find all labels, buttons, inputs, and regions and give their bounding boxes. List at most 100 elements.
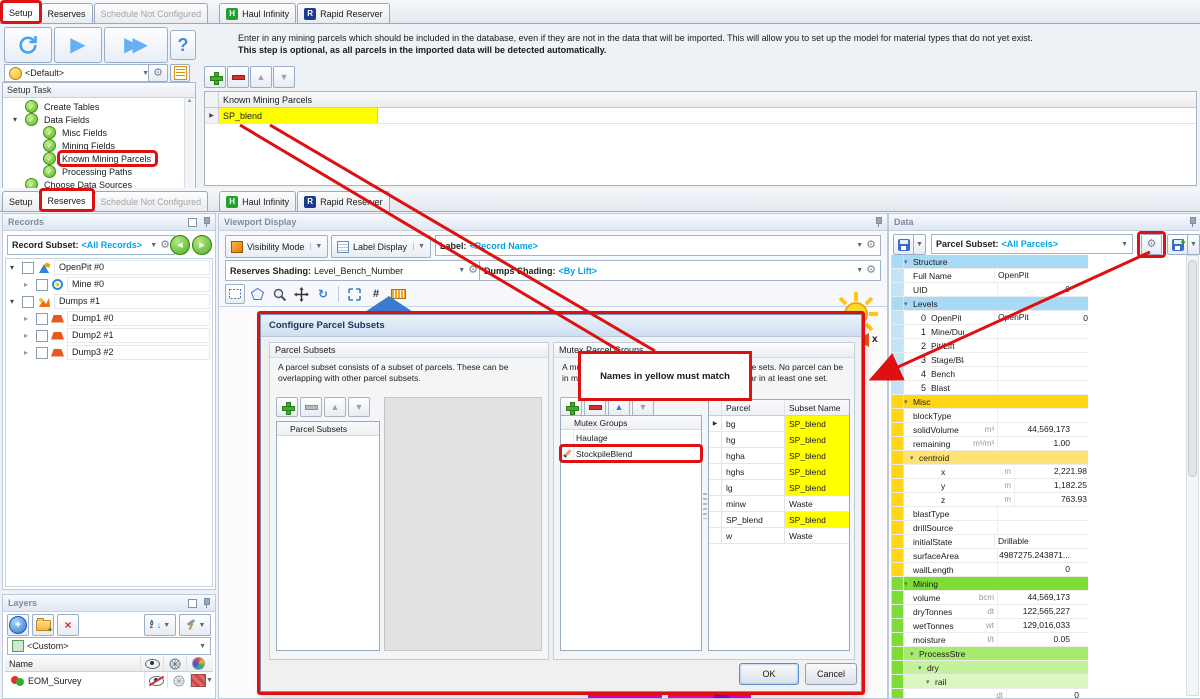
pin-icon[interactable] [202,598,210,608]
checkbox[interactable] [22,261,34,274]
parcel-table-row[interactable]: ▶ bg SP_blend [709,416,849,432]
ok-button[interactable]: OK [739,663,799,685]
notes-button[interactable] [170,64,190,82]
label-display-button[interactable]: Label Display ▼ [331,235,431,258]
tab-reserves[interactable]: Reserves [40,3,93,23]
sort-layers-button[interactable]: AZ ↓ ▼ [144,614,176,636]
property-row[interactable]: ▾ rail [892,675,1088,689]
parcel-cell[interactable]: minw [722,496,785,511]
grid-row-sp-blend[interactable]: ▶ SP_blend [205,108,1196,124]
subset-name-cell[interactable]: SP_blend [785,448,849,463]
restore-icon[interactable] [188,598,197,608]
property-row[interactable]: ▾ Misc [892,395,1088,409]
checkbox[interactable] [36,346,48,359]
next-record-button[interactable]: ▶ [192,235,212,255]
layer-wireframe-toggle[interactable] [167,672,190,689]
subset-name-cell[interactable]: SP_blend [785,416,849,431]
property-row[interactable]: ▾ ProcessStreams [892,647,1088,661]
expand-arrow-icon[interactable]: ▾ [10,297,19,306]
property-row[interactable]: ▾ solidVolume m³ 44,569,173 [892,423,1088,437]
property-row[interactable]: ▾ dryTonnes dt 122,565,227 [892,605,1088,619]
property-row[interactable]: ▾ blastType [892,507,1088,521]
layer-tools-button[interactable]: ▼ [179,614,211,636]
parcel-cell[interactable]: hghs [722,464,785,479]
layer-color-picker[interactable]: ▼ [190,672,213,689]
run-button[interactable]: ▶ [54,27,102,63]
visibility-mode-button[interactable]: Visibility Mode ▼ [225,235,329,258]
parcel-cell[interactable]: hg [722,432,785,447]
property-row[interactable]: ▾ y m 1,182.25 [892,479,1088,493]
setup-task-data-fields[interactable]: ▾Data Fields [3,113,195,126]
tree-item-dumps[interactable]: ▾ Dumps #1 [6,293,212,310]
property-row[interactable]: ▾ 2 Pit/Lift [892,339,1088,353]
subset-name-cell[interactable]: Waste [785,528,849,543]
pin-icon[interactable] [1188,217,1196,227]
parcel-table-row[interactable]: hghs SP_blend [709,464,849,480]
tab-haul-infinity[interactable]: H Haul Infinity [219,3,297,23]
mutex-group-row-stockpileblend[interactable]: StockpileBlend [559,444,703,463]
setup-task-misc-fields[interactable]: Misc Fields [3,126,195,139]
orbit-tool[interactable]: ↻ [313,284,333,304]
property-row[interactable]: ▾ Full Name OpenPit [892,269,1088,283]
sp-blend-cell[interactable]: SP_blend [219,108,378,123]
dumps-shading-field[interactable]: Dumps Shading: <By Lift> ▼ ⚙ [479,260,881,281]
tab-setup[interactable]: Setup [0,0,42,24]
dropdown-arrow-icon[interactable]: ▼ [310,243,322,250]
subset-name-cell[interactable]: SP_blend [785,432,849,447]
tab-rapid-reserver[interactable]: R Rapid Reserver [297,191,390,211]
profile-settings-button[interactable]: ⚙ [148,64,168,82]
expand-arrow-icon[interactable]: ▸ [24,331,33,340]
previous-record-button[interactable]: ◀ [170,235,190,255]
checkbox[interactable] [36,329,48,342]
parcel-cell[interactable]: hgha [722,448,785,463]
subset-name-cell[interactable]: SP_blend [785,464,849,479]
tree-item-dump2[interactable]: ▸ Dump2 #1 [6,327,212,344]
select-rectangle-tool[interactable] [225,284,245,304]
setup-task-create-tables[interactable]: Create Tables [3,100,195,113]
parcel-table-row[interactable]: w Waste [709,528,849,544]
property-row[interactable]: ▾ initialState Drillable [892,535,1088,549]
checkbox[interactable] [36,278,48,291]
property-row[interactable]: ▾ wallLength 0 [892,563,1088,577]
tab-reserves[interactable]: Reserves [38,188,95,212]
property-row[interactable]: ▾ dry [892,661,1088,675]
record-subset-select[interactable]: Record Subset: <All Records> ▼ ⚙ [7,235,175,255]
remove-subset-button[interactable] [300,397,322,417]
restore-icon[interactable] [188,217,197,227]
tree-item-dump1[interactable]: ▸ Dump1 #0 [6,310,212,327]
move-up-button[interactable]: ▲ [250,66,272,88]
dropdown-arrow-icon[interactable]: ▼ [413,243,425,250]
help-button[interactable]: ? [170,30,196,60]
property-row[interactable]: ▾ Mining [892,577,1088,591]
subset-name-column-header[interactable]: Subset Name [785,400,849,415]
scrollbar-thumb[interactable] [1188,260,1197,477]
property-row[interactable]: ▾ 4 Bench [892,367,1088,381]
refresh-button[interactable] [4,27,52,63]
reserves-shading-field[interactable]: Reserves Shading: Level_Bench_Number ▼ ⚙ [225,260,483,281]
property-row[interactable]: ▾ dryTonnes dt 0 [892,689,1088,698]
subset-name-cell[interactable]: Waste [785,496,849,511]
add-parcel-button[interactable] [204,66,226,88]
setup-task-mining-fields[interactable]: Mining Fields [3,139,195,152]
tree-item-dump3[interactable]: ▸ Dump3 #2 [6,344,212,361]
property-row[interactable]: ▾ Levels [892,297,1088,311]
task-scrollbar[interactable]: ▲ [184,98,194,188]
gear-icon[interactable]: ⚙ [866,265,876,276]
checkbox[interactable] [36,312,48,325]
gear-icon[interactable]: ⚙ [468,265,478,276]
parcel-table-row[interactable]: minw Waste [709,496,849,512]
property-row[interactable]: ▾ moisture t/t 0.05 [892,633,1088,647]
tab-rapid-reserver[interactable]: R Rapid Reserver [297,3,390,23]
property-row[interactable]: ▾ Structure [892,255,1088,269]
select-polygon-tool[interactable] [247,284,267,304]
property-row[interactable]: ▾ UID 0 [892,283,1088,297]
move-down-button[interactable]: ▼ [273,66,295,88]
mutex-groups-list[interactable]: Mutex Groups Haulage StockpileBlend [559,415,703,651]
subset-name-cell[interactable]: SP_blend [785,480,849,495]
setup-task-known-mining-parcels[interactable]: Known Mining Parcels [3,150,195,167]
gear-icon[interactable]: ⚙ [866,240,876,251]
zoom-tool[interactable] [269,284,289,304]
export-dropdown[interactable]: ▼ [1187,234,1200,255]
parcel-cell[interactable]: bg [722,416,785,431]
splitter-handle[interactable] [703,493,707,519]
